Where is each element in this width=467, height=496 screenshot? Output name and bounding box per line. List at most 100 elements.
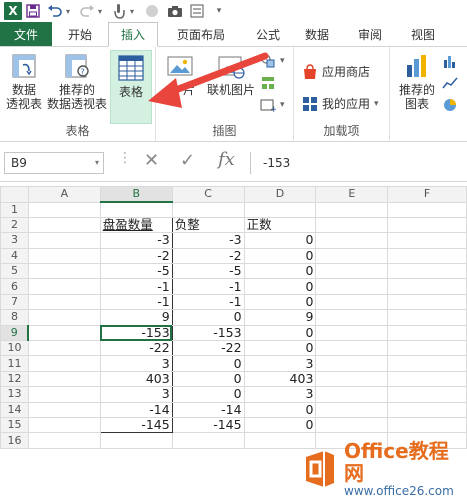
cell-c5[interactable]: -5 <box>171 263 245 280</box>
cell-f8[interactable] <box>387 309 467 326</box>
camera-icon[interactable] <box>164 1 186 21</box>
cell-e4[interactable] <box>315 247 389 265</box>
tab-formulas[interactable]: 公式 <box>244 22 292 46</box>
touch-dropdown-icon[interactable]: ▾ <box>130 7 140 16</box>
cell-f10[interactable] <box>387 340 467 357</box>
cell-d4[interactable]: 0 <box>243 247 317 265</box>
cell-c13[interactable]: 0 <box>171 386 245 403</box>
cell-c14[interactable]: -14 <box>171 401 245 418</box>
office-store-button[interactable]: 应用商店 <box>302 63 370 80</box>
tab-view[interactable]: 视图 <box>398 22 448 46</box>
shapes-button[interactable]: ▾ <box>260 53 285 69</box>
cell-d8[interactable]: 9 <box>243 309 317 326</box>
cell-d11[interactable]: 3 <box>243 355 317 372</box>
my-apps-button[interactable]: 我的应用 ▾ <box>302 95 379 112</box>
undo-icon[interactable] <box>44 1 66 21</box>
cell-e6[interactable] <box>315 278 389 295</box>
select-all-corner[interactable] <box>0 186 29 203</box>
cell-c12[interactable]: 0 <box>171 370 245 388</box>
cell-c4[interactable]: -2 <box>171 247 245 265</box>
cancel-icon[interactable]: ✕ <box>144 150 159 171</box>
cell-c16[interactable] <box>171 432 245 449</box>
cell-d6[interactable]: 0 <box>243 278 317 295</box>
redo-dropdown-icon[interactable]: ▾ <box>98 7 108 16</box>
cell-c15[interactable]: -145 <box>171 416 245 434</box>
column-header[interactable]: C <box>171 186 245 203</box>
cell-f5[interactable] <box>387 263 467 280</box>
cell-b14[interactable]: -14 <box>99 401 173 418</box>
cell-b15[interactable]: -145 <box>99 416 173 434</box>
cell-f11[interactable] <box>387 355 467 372</box>
tab-file[interactable]: 文件 <box>0 22 52 46</box>
cell-e12[interactable] <box>315 370 389 388</box>
cell-e14[interactable] <box>315 401 389 418</box>
cell-b7[interactable]: -1 <box>99 293 173 311</box>
screenshot-button[interactable]: + ▾ <box>260 97 285 113</box>
online-pictures-button[interactable]: 联机图片 <box>202 51 260 97</box>
cell-a13[interactable] <box>27 386 101 403</box>
row-header[interactable]: 8 <box>0 309 29 326</box>
cell-e8[interactable] <box>315 309 389 326</box>
cell-f13[interactable] <box>387 386 467 403</box>
cell-f15[interactable] <box>387 416 467 434</box>
cell-f4[interactable] <box>387 247 467 265</box>
cell-c1[interactable] <box>171 201 245 218</box>
pivot-table-button[interactable]: 数据 透视表 <box>2 51 46 111</box>
cell-a4[interactable] <box>27 247 101 265</box>
sort-icon[interactable] <box>186 1 208 21</box>
pictures-button[interactable]: 片 <box>162 51 198 97</box>
row-header[interactable]: 9 <box>0 324 30 342</box>
cell-f14[interactable] <box>387 401 467 418</box>
pie-chart-button[interactable] <box>442 97 458 113</box>
cell-b8[interactable]: 9 <box>99 309 173 326</box>
redo-icon[interactable] <box>76 1 98 21</box>
cell-f7[interactable] <box>387 293 467 311</box>
enter-icon[interactable]: ✓ <box>180 150 195 171</box>
name-box-dropdown-icon[interactable]: ▾ <box>95 153 99 173</box>
cell-a9[interactable] <box>27 324 101 342</box>
touch-mode-icon[interactable] <box>108 1 130 21</box>
cell-b5[interactable]: -5 <box>99 263 173 280</box>
cell-a12[interactable] <box>27 370 101 388</box>
row-header[interactable]: 4 <box>0 247 29 265</box>
circle-icon[interactable] <box>146 5 158 17</box>
row-header[interactable]: 3 <box>0 232 29 249</box>
cell-e3[interactable] <box>315 232 389 249</box>
cell-f9[interactable] <box>387 324 467 342</box>
row-header[interactable]: 13 <box>0 386 29 403</box>
column-header[interactable]: F <box>387 186 467 203</box>
smartart-button[interactable] <box>260 75 276 91</box>
cell-a10[interactable] <box>27 340 101 357</box>
cell-b16[interactable] <box>99 432 173 449</box>
tab-page-layout[interactable]: 页面布局 <box>158 22 244 46</box>
cell-d15[interactable]: 0 <box>243 416 317 434</box>
row-header[interactable]: 11 <box>0 355 29 372</box>
cell-a15[interactable] <box>27 416 101 434</box>
cell-b1[interactable] <box>99 201 173 218</box>
name-box[interactable]: B9 ▾ <box>4 152 104 174</box>
cell-b12[interactable]: 403 <box>99 370 173 388</box>
cell-e9[interactable] <box>315 324 389 342</box>
tab-data[interactable]: 数据 <box>292 22 342 46</box>
cell-d1[interactable] <box>243 201 317 218</box>
cell-d5[interactable]: 0 <box>243 263 317 280</box>
cell-f6[interactable] <box>387 278 467 295</box>
row-header[interactable]: 5 <box>0 263 29 280</box>
cell-f1[interactable] <box>387 201 467 218</box>
cell-e13[interactable] <box>315 386 389 403</box>
cell-b11[interactable]: 3 <box>99 355 173 372</box>
undo-dropdown-icon[interactable]: ▾ <box>66 7 76 16</box>
cell-c7[interactable]: -1 <box>171 293 245 311</box>
cell-a1[interactable] <box>27 201 101 218</box>
table-button[interactable]: 表格 <box>110 50 152 124</box>
cell-b2[interactable]: 盘盈数量 <box>99 216 173 234</box>
cell-c2[interactable]: 负整 <box>171 216 245 234</box>
cell-a3[interactable] <box>27 232 101 249</box>
cell-e2[interactable] <box>315 216 389 234</box>
cell-d3[interactable]: 0 <box>243 232 317 249</box>
column-header[interactable]: A <box>27 186 101 203</box>
row-header[interactable]: 12 <box>0 370 29 388</box>
row-header[interactable]: 1 <box>0 201 29 218</box>
save-icon[interactable] <box>22 1 44 21</box>
column-header[interactable]: D <box>243 186 317 203</box>
